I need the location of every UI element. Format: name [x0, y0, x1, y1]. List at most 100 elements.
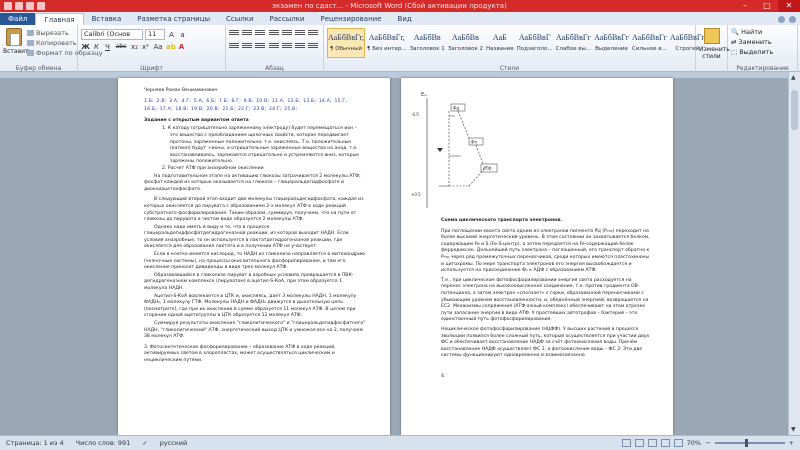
- line-spacing-icon[interactable]: [281, 42, 292, 51]
- style-name: Заголовок 1: [409, 46, 445, 52]
- list-item: 1. К катоду (отрицательно заряженному эл…: [162, 126, 359, 165]
- multilevel-list-icon[interactable]: [255, 29, 266, 38]
- shrink-font-icon[interactable]: a: [178, 30, 187, 40]
- web-layout-icon[interactable]: [647, 439, 657, 447]
- align-center-icon[interactable]: [242, 42, 253, 51]
- replace-button[interactable]: ⇄ Заменить: [731, 37, 794, 47]
- change-styles-icon: [703, 28, 720, 44]
- paste-icon: [6, 28, 22, 46]
- figure-caption: Схема циклического транспорта электронов…: [441, 218, 562, 223]
- bold-button[interactable]: Ж: [81, 42, 90, 52]
- style-tile[interactable]: АаБбВвГг Сильное в...: [631, 28, 668, 58]
- word-count[interactable]: Число слов: 991: [70, 439, 137, 447]
- paragraph-group-label: Абзац: [265, 65, 284, 72]
- undo-icon[interactable]: [26, 2, 34, 10]
- save-icon[interactable]: [15, 2, 23, 10]
- tab-home[interactable]: Главная: [35, 13, 84, 25]
- tab-review[interactable]: Рецензирование: [313, 13, 390, 25]
- font-family-select[interactable]: Calibri (Основ: [81, 29, 143, 40]
- scroll-down-icon[interactable]: ▼: [791, 426, 796, 433]
- style-sample: АаБбВвГ: [518, 33, 551, 42]
- decrease-indent-icon[interactable]: [268, 29, 279, 38]
- style-sample: АаБбВв: [451, 33, 479, 42]
- scrollbar-thumb[interactable]: [791, 90, 798, 130]
- style-tile[interactable]: АаБбВвГг, ¶ Обычный: [327, 28, 366, 58]
- redo-icon[interactable]: [37, 2, 45, 10]
- page-2[interactable]: Eₘ -0.5 +0.5 Фд Фп АТФ Схема циклическог…: [401, 78, 673, 435]
- tab-view[interactable]: Вид: [390, 13, 420, 25]
- axis-tick: -0.5: [411, 112, 419, 117]
- bullets-icon[interactable]: [229, 29, 239, 38]
- strikethrough-button[interactable]: abc: [114, 42, 128, 52]
- numbering-icon[interactable]: [242, 29, 253, 38]
- sort-icon[interactable]: [295, 29, 306, 38]
- highlight-icon[interactable]: ab: [166, 42, 176, 52]
- zoom-level[interactable]: 70%: [687, 439, 701, 447]
- electron-transport-diagram: Eₘ -0.5 +0.5 Фд Фп АТФ: [411, 92, 498, 208]
- page-count[interactable]: Страница: 1 из 4: [0, 439, 70, 447]
- page-1[interactable]: Черняев Роман Вениаминович 1.Б; 2.В; 3.А…: [118, 78, 390, 435]
- style-tile[interactable]: АаБбВвГг Слабое вы...: [555, 28, 592, 58]
- italic-button[interactable]: К: [92, 42, 101, 52]
- tab-insert[interactable]: Вставка: [84, 13, 130, 25]
- minimize-button[interactable]: –: [734, 0, 756, 12]
- show-marks-icon[interactable]: [308, 29, 319, 38]
- tab-page-layout[interactable]: Разметка страницы: [129, 13, 218, 25]
- style-name: ¶ Без интер...: [367, 46, 407, 52]
- superscript-button[interactable]: x²: [141, 42, 150, 52]
- justify-icon[interactable]: [268, 42, 279, 51]
- window-title: экзамен по сдаст... - Microsoft Word (Сб…: [272, 2, 507, 10]
- draft-icon[interactable]: [673, 439, 683, 447]
- zoom-out-icon[interactable]: −: [705, 439, 710, 447]
- style-sample: АаБбВвГг: [555, 33, 591, 42]
- underline-button[interactable]: Ч: [103, 42, 112, 52]
- scroll-up-icon[interactable]: ▲: [791, 74, 796, 81]
- style-tile[interactable]: АаБбВвГ Подзаголо...: [516, 28, 554, 58]
- electron-path: [448, 110, 488, 187]
- style-tile[interactable]: АаБбВвГг, ¶ Без интер...: [366, 28, 408, 58]
- maximize-button[interactable]: □: [756, 0, 778, 12]
- paragraph-group: Абзац: [226, 25, 324, 72]
- style-tile[interactable]: АаБбВв Заголовок 2: [447, 28, 484, 58]
- brush-icon: [27, 50, 34, 56]
- task-heading: Задание с открытым вариантом ответа: [144, 117, 249, 123]
- font-size-select[interactable]: 11: [145, 29, 165, 40]
- increase-indent-icon[interactable]: [281, 29, 292, 38]
- style-sample: АаБбВвГг: [594, 33, 629, 42]
- tab-file[interactable]: Файл: [0, 13, 36, 25]
- minimize-ribbon-icon[interactable]: [778, 16, 785, 23]
- cut-label: Вырезать: [36, 29, 69, 37]
- vertical-scrollbar[interactable]: ▲ ▼: [788, 72, 800, 435]
- change-case-button[interactable]: Aa: [152, 42, 164, 52]
- shading-icon[interactable]: [295, 42, 306, 51]
- style-sample: АаБбВвГг,: [368, 33, 405, 42]
- align-right-icon[interactable]: [255, 42, 266, 51]
- close-button[interactable]: ✕: [778, 0, 800, 12]
- quick-access-toolbar: [0, 2, 45, 10]
- borders-icon[interactable]: [308, 42, 319, 51]
- print-layout-icon[interactable]: [621, 439, 631, 447]
- grow-font-icon[interactable]: A: [167, 30, 176, 40]
- full-screen-icon[interactable]: [634, 439, 644, 447]
- find-button[interactable]: 🔍 Найти: [731, 27, 794, 37]
- style-tile[interactable]: АаБбВвГг Выделение: [593, 28, 630, 58]
- paragraph: Образовавшийся в гликолизе пируват в аэр…: [144, 272, 354, 292]
- language-indicator[interactable]: русский: [154, 439, 194, 447]
- paste-button[interactable]: Вставить: [3, 28, 32, 60]
- tab-references[interactable]: Ссылки: [218, 13, 262, 25]
- help-icon[interactable]: [789, 16, 796, 23]
- style-tile[interactable]: АаБбВв Заголовок 1: [409, 28, 446, 58]
- copy-label: Копировать: [36, 39, 77, 47]
- zoom-slider[interactable]: [714, 439, 785, 447]
- zoom-in-icon[interactable]: +: [789, 439, 794, 447]
- font-color-icon[interactable]: A: [177, 42, 186, 52]
- style-tile[interactable]: АаБ Название: [485, 28, 515, 58]
- outline-icon[interactable]: [660, 439, 670, 447]
- select-button[interactable]: ⬚ Выделить: [731, 47, 794, 57]
- change-styles-button[interactable]: Изменить стили: [696, 25, 730, 72]
- proofing-icon[interactable]: ✓: [136, 439, 153, 447]
- subscript-button[interactable]: x₂: [130, 42, 139, 52]
- zoom-slider-thumb[interactable]: [745, 439, 749, 447]
- align-left-icon[interactable]: [229, 42, 239, 51]
- tab-mailings[interactable]: Рассылки: [262, 13, 313, 25]
